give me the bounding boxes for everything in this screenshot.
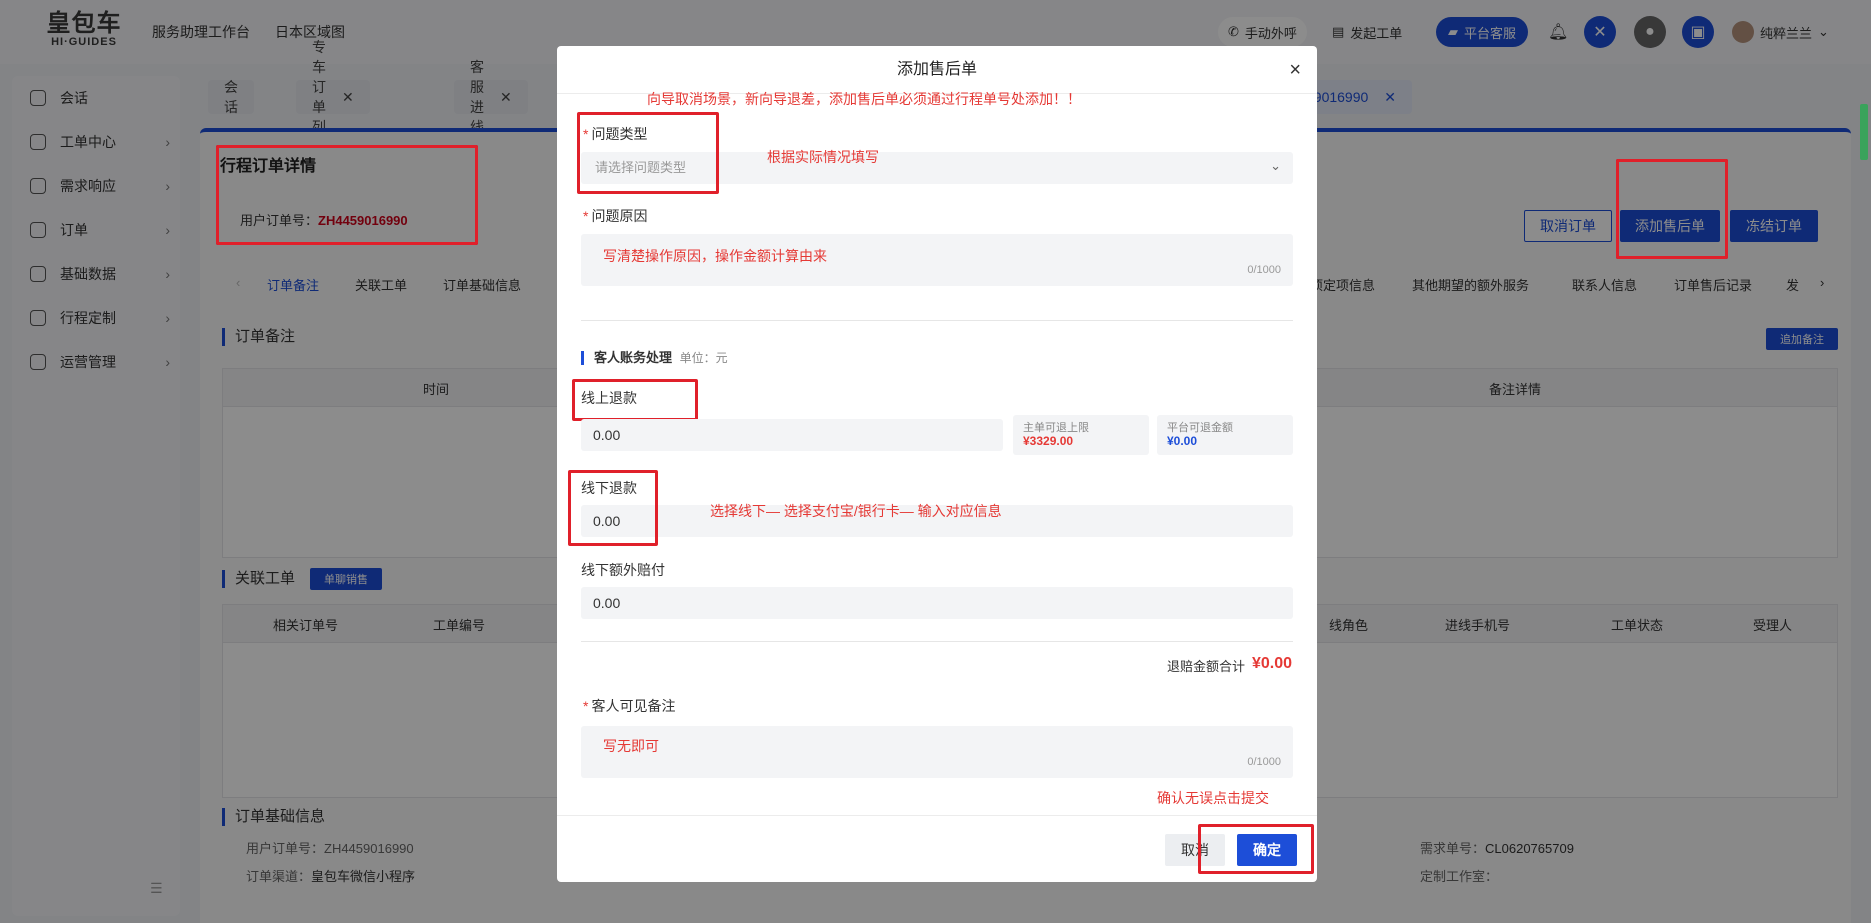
main-refund-limit-value: ¥3329.00 [1023, 434, 1074, 448]
visible-remark-char-count: 0/1000 [1247, 756, 1281, 768]
footer-divider [557, 815, 1317, 816]
dialog-title: 添加售后单 [896, 61, 977, 78]
offline-comp-value: 0.00 [593, 595, 621, 611]
reason-label-text: 问题原因 [591, 208, 648, 224]
annotation-offline: 选择线下— 选择支付宝/银行卡— 输入对应信息 [710, 503, 1002, 519]
reason-label: * 问题原因 [583, 206, 647, 226]
online-refund-input[interactable]: 0.00 [581, 419, 1003, 451]
annotation-box-online-refund [572, 379, 698, 421]
total-value: ¥0.00 [1252, 655, 1293, 672]
reason-char-count: 0/1000 [1247, 264, 1281, 276]
add-aftersale-dialog: 添加售后单 × 向导取消场景，新向导退差，添加售后单必须通过行程单号处添加！！ … [557, 46, 1317, 882]
visible-remark-textarea[interactable]: 0/1000 [581, 726, 1293, 778]
platform-refund-value: ¥0.00 [1167, 434, 1198, 448]
required-mark: * [583, 698, 589, 714]
platform-refund-card: 平台可退金额 ¥0.00 [1157, 415, 1293, 455]
online-refund-value: 0.00 [593, 427, 621, 443]
account-section-title: 客人账务处理 单位：元 [581, 351, 728, 365]
offline-comp-label: 线下额外赔付 [581, 562, 665, 578]
visible-remark-label: * 客人可见备注 [583, 696, 675, 716]
annotation-confirm: 确认无误点击提交 [1157, 790, 1269, 806]
account-section-text: 客人账务处理 [594, 350, 673, 365]
annotation-visible-remark: 写无即可 [603, 738, 659, 754]
platform-refund-label: 平台可退金额 [1167, 422, 1233, 434]
main-refund-limit-label: 主单可退上限 [1023, 422, 1089, 434]
divider [581, 641, 1293, 642]
annotation-box-order-no-top [216, 145, 478, 245]
offline-comp-input[interactable]: 0.00 [581, 587, 1293, 619]
annotation-box-confirm [1198, 824, 1314, 874]
visible-remark-label-text: 客人可见备注 [591, 698, 676, 714]
annotation-box-offline-refund [568, 470, 658, 546]
account-unit: 单位：元 [679, 351, 728, 365]
chevron-down-icon: ⌄ [1270, 158, 1281, 173]
annotation-box-issue-type [577, 112, 719, 194]
close-icon[interactable]: × [1289, 46, 1301, 94]
annotation-box-add-button-top [1616, 159, 1728, 259]
annotation-issue-type: 根据实际情况填写 [767, 149, 879, 165]
divider [581, 320, 1293, 321]
dialog-header: 添加售后单 × [557, 46, 1317, 94]
required-mark: * [583, 208, 589, 224]
main-refund-limit-card: 主单可退上限 ¥3329.00 [1013, 415, 1149, 455]
annotation-reason: 写清楚操作原因，操作金额计算由来 [603, 248, 827, 264]
annotation-top-note: 向导取消场景，新向导退差，添加售后单必须通过行程单号处添加！！ [647, 91, 1081, 107]
scrollbar[interactable] [1860, 104, 1868, 160]
total-label: 退赔金额合计 [1167, 659, 1246, 674]
